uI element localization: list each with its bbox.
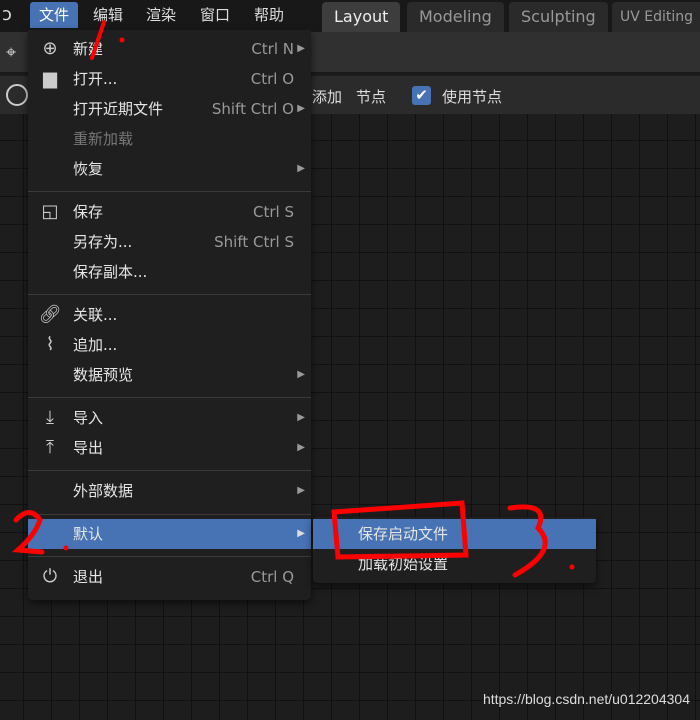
menu-item-append[interactable]: ⌇ 追加... <box>28 330 311 360</box>
material-sphere-icon[interactable] <box>6 84 28 106</box>
label: 追加... <box>73 336 118 354</box>
label: 外部数据 <box>73 482 134 500</box>
menu-item-export[interactable]: ⤒ 导出 ▶ <box>28 433 311 463</box>
shortcut: Ctrl Q <box>250 568 294 586</box>
menu-help[interactable]: 帮助 <box>245 2 293 28</box>
menu-item-save-startup-file[interactable]: 保存启动文件 <box>313 519 596 549</box>
submenu-arrow-icon: ▶ <box>297 412 305 423</box>
tab-sculpting[interactable]: Sculpting <box>509 2 608 32</box>
label: 打开... <box>73 70 118 88</box>
label: 加载初始设置 <box>358 555 449 573</box>
link-icon: 🔗︎ <box>38 304 62 325</box>
separator <box>28 191 311 192</box>
new-file-icon: ⊕ <box>42 38 58 59</box>
submenu-arrow-icon: ▶ <box>297 103 305 114</box>
shortcut: Shift Ctrl S <box>214 233 294 251</box>
menu-item-quit[interactable]: ⏻ 退出 Ctrl Q <box>28 562 311 592</box>
label: 导入 <box>73 409 104 427</box>
separator <box>28 294 311 295</box>
editor-type-icon[interactable]: ⌖ <box>6 42 16 63</box>
menu-render[interactable]: 渲染 <box>137 2 185 28</box>
menu-file[interactable]: 文件 <box>30 2 79 28</box>
paperclip-icon: ⌇ <box>45 334 55 355</box>
import-icon: ⤓ <box>46 407 54 428</box>
menu-item-data-previews[interactable]: 数据预览 ▶ <box>28 360 311 390</box>
menu-item-save-copy[interactable]: 保存副本... <box>28 257 311 287</box>
menu-item-save[interactable]: ◱ 保存 Ctrl S <box>28 197 311 227</box>
separator <box>28 397 311 398</box>
label: 导出 <box>73 439 104 457</box>
label: 数据预览 <box>73 366 134 384</box>
watermark: https://blog.csdn.net/u012204304 <box>482 691 690 707</box>
shortcut: Ctrl N <box>251 40 294 58</box>
power-icon: ⏻ <box>42 566 58 587</box>
menu-window[interactable]: 窗口 <box>191 2 239 28</box>
label: 另存为... <box>73 233 133 251</box>
use-nodes-checkbox[interactable]: ✔ <box>412 86 431 105</box>
save-icon: ◱ <box>41 201 59 222</box>
label: 打开近期文件 <box>73 100 164 118</box>
label: 关联... <box>73 306 118 324</box>
menu-item-save-as[interactable]: 另存为... Shift Ctrl S <box>28 227 311 257</box>
menu-item-revert: 重新加载 <box>28 124 311 154</box>
blender-logo-icon[interactable]: ↄ <box>2 4 12 25</box>
separator <box>28 514 311 515</box>
menu-add[interactable]: 添加 <box>312 86 342 107</box>
label: 保存副本... <box>73 263 148 281</box>
label: 退出 <box>73 568 104 586</box>
label: 默认 <box>73 525 104 543</box>
label: 新建 <box>73 40 104 58</box>
shortcut: Shift Ctrl O <box>211 100 294 118</box>
label: 保存启动文件 <box>358 525 449 543</box>
menu-edit[interactable]: 编辑 <box>84 2 132 28</box>
tab-uv-editing[interactable]: UV Editing <box>612 2 700 32</box>
menu-item-defaults[interactable]: 默认 ▶ <box>28 519 311 549</box>
menu-item-import[interactable]: ⤓ 导入 ▶ <box>28 403 311 433</box>
menu-item-load-factory-settings[interactable]: 加载初始设置 <box>313 549 596 579</box>
tab-modeling[interactable]: Modeling <box>407 2 504 32</box>
label: 保存 <box>73 203 104 221</box>
separator <box>28 470 311 471</box>
folder-icon: ▆ <box>43 68 57 89</box>
shortcut: Ctrl S <box>253 203 294 221</box>
submenu-arrow-icon: ▶ <box>297 163 305 174</box>
menu-item-open[interactable]: ▆ 打开... Ctrl O <box>28 64 311 94</box>
menu-item-recover[interactable]: 恢复 ▶ <box>28 154 311 184</box>
label: 重新加载 <box>73 130 134 148</box>
tab-layout[interactable]: Layout <box>322 2 401 32</box>
menu-item-link[interactable]: 🔗︎ 关联... <box>28 300 311 330</box>
menu-item-open-recent[interactable]: 打开近期文件 Shift Ctrl O ▶ <box>28 94 311 124</box>
menu-item-external-data[interactable]: 外部数据 ▶ <box>28 476 311 506</box>
export-icon: ⤒ <box>46 437 54 458</box>
submenu-arrow-icon: ▶ <box>297 369 305 380</box>
defaults-submenu: 保存启动文件 加载初始设置 <box>313 517 596 583</box>
submenu-arrow-icon: ▶ <box>297 442 305 453</box>
use-nodes-label: 使用节点 <box>442 88 503 106</box>
shortcut: Ctrl O <box>250 70 294 88</box>
submenu-arrow-icon: ▶ <box>297 528 305 539</box>
label: 恢复 <box>73 160 104 178</box>
menu-node[interactable]: 节点 <box>356 86 386 107</box>
file-menu: ⊕ 新建 Ctrl N ▶ ▆ 打开... Ctrl O 打开近期文件 Shift Ctrl… <box>28 30 311 600</box>
menu-item-new[interactable]: ⊕ 新建 Ctrl N ▶ <box>28 34 311 64</box>
submenu-arrow-icon: ▶ <box>297 43 305 54</box>
separator <box>28 556 311 557</box>
submenu-arrow-icon: ▶ <box>297 485 305 496</box>
